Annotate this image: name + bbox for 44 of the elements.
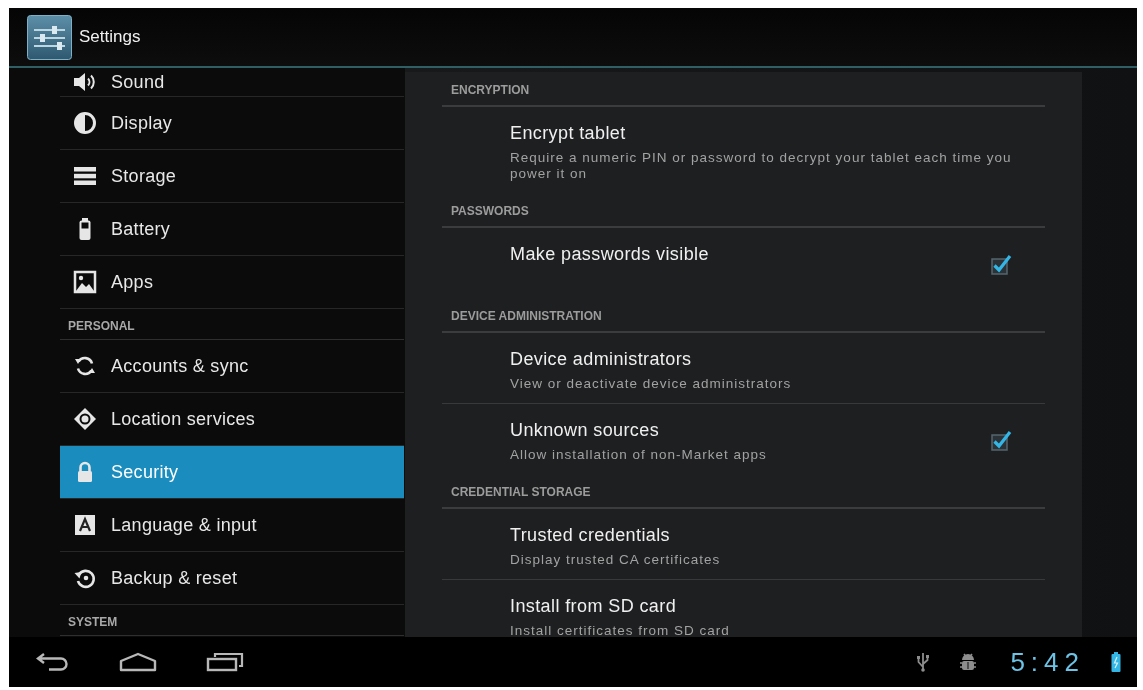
image-icon (73, 270, 97, 294)
section-header: CREDENTIAL STORAGE (451, 485, 591, 500)
location-icon (73, 407, 97, 431)
section-header: PERSONAL (68, 319, 135, 334)
sidebar-item[interactable]: Security (60, 446, 404, 499)
sidebar-item[interactable]: Backup & reset (60, 552, 404, 605)
brightness-icon (73, 111, 97, 135)
usb-icon (917, 652, 930, 672)
setting-summary: Display trusted CA certificates (510, 552, 722, 568)
battery-icon (1111, 652, 1121, 672)
sync-icon (73, 354, 97, 378)
section-header: DEVICE ADMINISTRATION (451, 309, 602, 324)
storage-icon (73, 164, 97, 188)
sidebar-item[interactable]: Display (60, 97, 404, 150)
sidebar-item[interactable]: Accounts & sync (60, 340, 404, 393)
letter-tile-icon (73, 513, 97, 537)
setting-title[interactable]: Make passwords visible (510, 243, 709, 265)
section-header: PASSWORDS (451, 204, 529, 219)
setting-title[interactable]: Device administrators (510, 348, 692, 370)
checkbox[interactable] (990, 430, 1012, 452)
app-title: Settings (79, 27, 141, 47)
bug-icon (959, 652, 978, 672)
back-icon[interactable] (35, 652, 71, 672)
setting-summary: Install certificates from SD card (510, 623, 731, 637)
recents-icon[interactable] (206, 652, 244, 672)
setting-title[interactable]: Unknown sources (510, 419, 660, 441)
sidebar-item[interactable]: Storage (60, 150, 404, 203)
settings-icon[interactable] (27, 14, 72, 60)
setting-summary: View or deactivate device administrators (510, 376, 793, 392)
home-icon[interactable] (119, 652, 157, 672)
setting-summary: Allow installation of non-Market apps (510, 447, 768, 463)
checkbox[interactable] (990, 254, 1012, 276)
section-header: ENCRYPTION (451, 83, 530, 98)
sidebar-item[interactable]: Sound (60, 68, 404, 97)
sidebar-item[interactable]: Language & input (60, 499, 404, 552)
section-header: SYSTEM (68, 615, 118, 630)
sidebar-item[interactable]: Battery (60, 203, 404, 256)
setting-title[interactable]: Trusted credentials (510, 524, 670, 546)
sidebar-item[interactable]: Apps (60, 256, 404, 309)
setting-title[interactable]: Install from SD card (510, 595, 677, 617)
clock-time: 5:42 (1010, 646, 1085, 678)
setting-title[interactable]: Encrypt tablet (510, 122, 626, 144)
setting-summary: Require a numeric PIN or password to decrypt your tablet each time you power it on (510, 150, 1013, 182)
speaker-icon (73, 70, 97, 94)
